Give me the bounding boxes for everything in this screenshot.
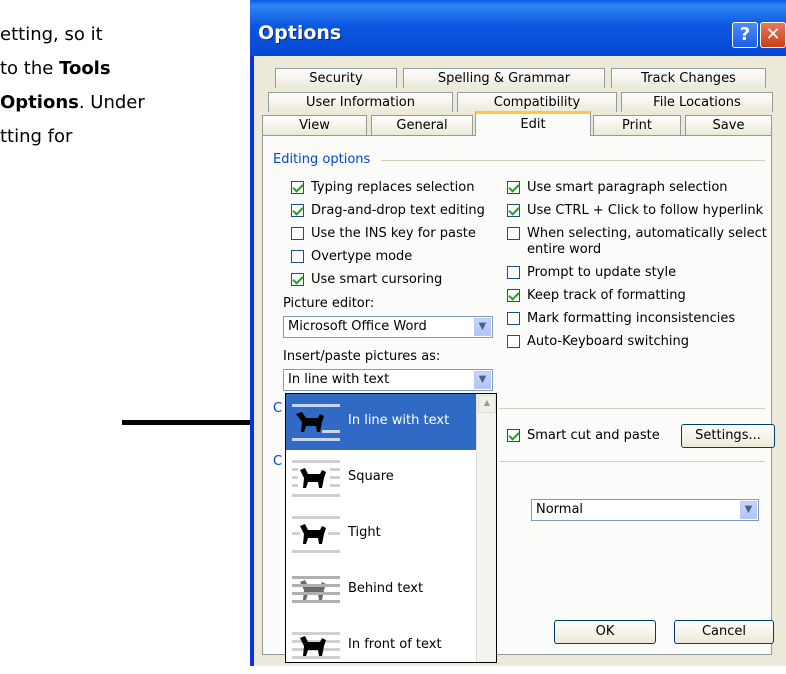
checkbox-drag-drop[interactable] bbox=[291, 204, 304, 217]
wrap-style-dropdown-list: In line with text Square Tight Behind te… bbox=[285, 393, 497, 663]
chevron-down-icon[interactable]: ▼ bbox=[474, 318, 491, 336]
doc-line-3: Options. Under bbox=[0, 88, 145, 118]
tab-user-information[interactable]: User Information bbox=[268, 92, 453, 112]
label-update-style: Prompt to update style bbox=[527, 265, 677, 280]
picture-editor-value: Microsoft Office Word bbox=[288, 319, 427, 334]
label-auto-keyboard: Auto-Keyboard switching bbox=[527, 334, 689, 349]
inline-wrap-icon bbox=[292, 404, 340, 441]
tab-general[interactable]: General bbox=[371, 115, 473, 135]
in-front-of-text-icon bbox=[292, 632, 340, 659]
checkbox-update-style[interactable] bbox=[507, 266, 520, 279]
group-divider bbox=[499, 408, 765, 409]
cancel-button[interactable]: Cancel bbox=[674, 620, 774, 644]
group-divider bbox=[381, 160, 765, 161]
dropdown-item-label: Behind text bbox=[348, 581, 424, 596]
checkbox-typing-replaces[interactable] bbox=[291, 181, 304, 194]
tab-save[interactable]: Save bbox=[685, 115, 772, 135]
square-wrap-icon bbox=[292, 460, 340, 497]
tab-view[interactable]: View bbox=[262, 115, 367, 135]
editing-options-label: Editing options bbox=[273, 152, 371, 167]
doc-line-2a: to the bbox=[0, 58, 60, 79]
dropdown-item-inline[interactable]: In line with text bbox=[286, 394, 476, 450]
tab-track-changes[interactable]: Track Changes bbox=[611, 68, 766, 88]
checkbox-ins-key[interactable] bbox=[291, 227, 304, 240]
doc-line-3b: . Under bbox=[78, 92, 145, 113]
picture-editor-label: Picture editor: bbox=[283, 296, 375, 311]
behind-text-icon bbox=[292, 576, 340, 603]
dialog-title: Options bbox=[258, 22, 342, 44]
label-ins-key: Use the INS key for paste bbox=[311, 226, 476, 241]
dropdown-item-front[interactable]: In front of text bbox=[286, 618, 476, 674]
chevron-down-icon[interactable]: ▼ bbox=[474, 371, 491, 389]
insert-paste-label: Insert/paste pictures as: bbox=[283, 349, 441, 364]
label-smart-cursoring: Use smart cursoring bbox=[311, 272, 443, 287]
cut-paste-group-label: C bbox=[273, 401, 283, 416]
checkbox-auto-keyboard[interactable] bbox=[507, 335, 520, 348]
label-select-word: When selecting, automatically select bbox=[527, 226, 767, 241]
checkbox-overtype[interactable] bbox=[291, 250, 304, 263]
group-divider bbox=[499, 461, 765, 462]
settings-button[interactable]: Settings... bbox=[681, 424, 775, 448]
dropdown-item-label: In front of text bbox=[348, 637, 442, 652]
insert-paste-value: In line with text bbox=[288, 372, 390, 387]
picture-editor-select[interactable]: Microsoft Office Word ▼ bbox=[283, 316, 493, 338]
tab-edit[interactable]: Edit bbox=[475, 111, 591, 136]
tab-file-locations[interactable]: File Locations bbox=[621, 92, 773, 112]
label-mark-inconsistencies: Mark formatting inconsistencies bbox=[527, 311, 736, 326]
insert-paste-select[interactable]: In line with text ▼ bbox=[283, 369, 493, 391]
default-style-select[interactable]: Normal ▼ bbox=[531, 499, 759, 521]
ok-button[interactable]: OK bbox=[554, 620, 656, 644]
pointer-arrow-shaft bbox=[122, 420, 262, 425]
chevron-down-icon[interactable]: ▼ bbox=[740, 501, 757, 519]
tab-security[interactable]: Security bbox=[275, 68, 397, 88]
checkbox-select-word[interactable] bbox=[507, 227, 520, 240]
doc-line-4: tting for bbox=[0, 126, 73, 147]
doc-line-3a: Options bbox=[0, 92, 79, 113]
doc-line-2b: Tools bbox=[59, 58, 111, 79]
doc-line-2: to the Tools bbox=[0, 54, 111, 84]
dropdown-scrollbar[interactable]: ▲ bbox=[476, 394, 496, 662]
checkbox-ctrl-click[interactable] bbox=[507, 204, 520, 217]
doc-line-1: etting, so it bbox=[0, 24, 103, 45]
label-drag-drop: Drag-and-drop text editing bbox=[311, 203, 485, 218]
help-button[interactable]: ? bbox=[732, 22, 758, 48]
dropdown-item-tight[interactable]: Tight bbox=[286, 506, 476, 562]
checkbox-track-formatting[interactable] bbox=[507, 289, 520, 302]
default-style-value: Normal bbox=[536, 502, 584, 517]
label-select-word-2: entire word bbox=[527, 242, 602, 257]
label-track-formatting: Keep track of formatting bbox=[527, 288, 686, 303]
dropdown-item-square[interactable]: Square bbox=[286, 450, 476, 506]
tight-wrap-icon bbox=[292, 516, 340, 553]
label-overtype: Overtype mode bbox=[311, 249, 413, 264]
dropdown-item-label: Tight bbox=[348, 525, 381, 540]
checkbox-smart-cursoring[interactable] bbox=[291, 273, 304, 286]
label-typing-replaces: Typing replaces selection bbox=[311, 180, 475, 195]
label-smart-paragraph: Use smart paragraph selection bbox=[527, 180, 728, 195]
dropdown-item-label: Square bbox=[348, 469, 394, 484]
tab-print[interactable]: Print bbox=[593, 115, 681, 135]
checkbox-mark-inconsistencies[interactable] bbox=[507, 312, 520, 325]
dropdown-item-label: In line with text bbox=[348, 413, 450, 428]
tab-compatibility[interactable]: Compatibility bbox=[457, 92, 617, 112]
label-ctrl-click: Use CTRL + Click to follow hyperlink bbox=[527, 203, 764, 218]
checkbox-smart-cut[interactable] bbox=[507, 429, 520, 442]
close-icon: ✕ bbox=[765, 24, 781, 45]
checkbox-smart-paragraph[interactable] bbox=[507, 181, 520, 194]
close-button[interactable]: ✕ bbox=[760, 22, 786, 48]
tab-spelling-grammar[interactable]: Spelling & Grammar bbox=[403, 68, 605, 88]
click-type-group-label: C bbox=[273, 454, 283, 469]
help-icon: ? bbox=[739, 24, 751, 45]
label-smart-cut: Smart cut and paste bbox=[527, 428, 660, 443]
chevron-up-icon[interactable]: ▲ bbox=[478, 395, 496, 413]
dropdown-item-behind[interactable]: Behind text bbox=[286, 562, 476, 618]
title-bar[interactable]: Options ? ✕ bbox=[250, 0, 786, 56]
